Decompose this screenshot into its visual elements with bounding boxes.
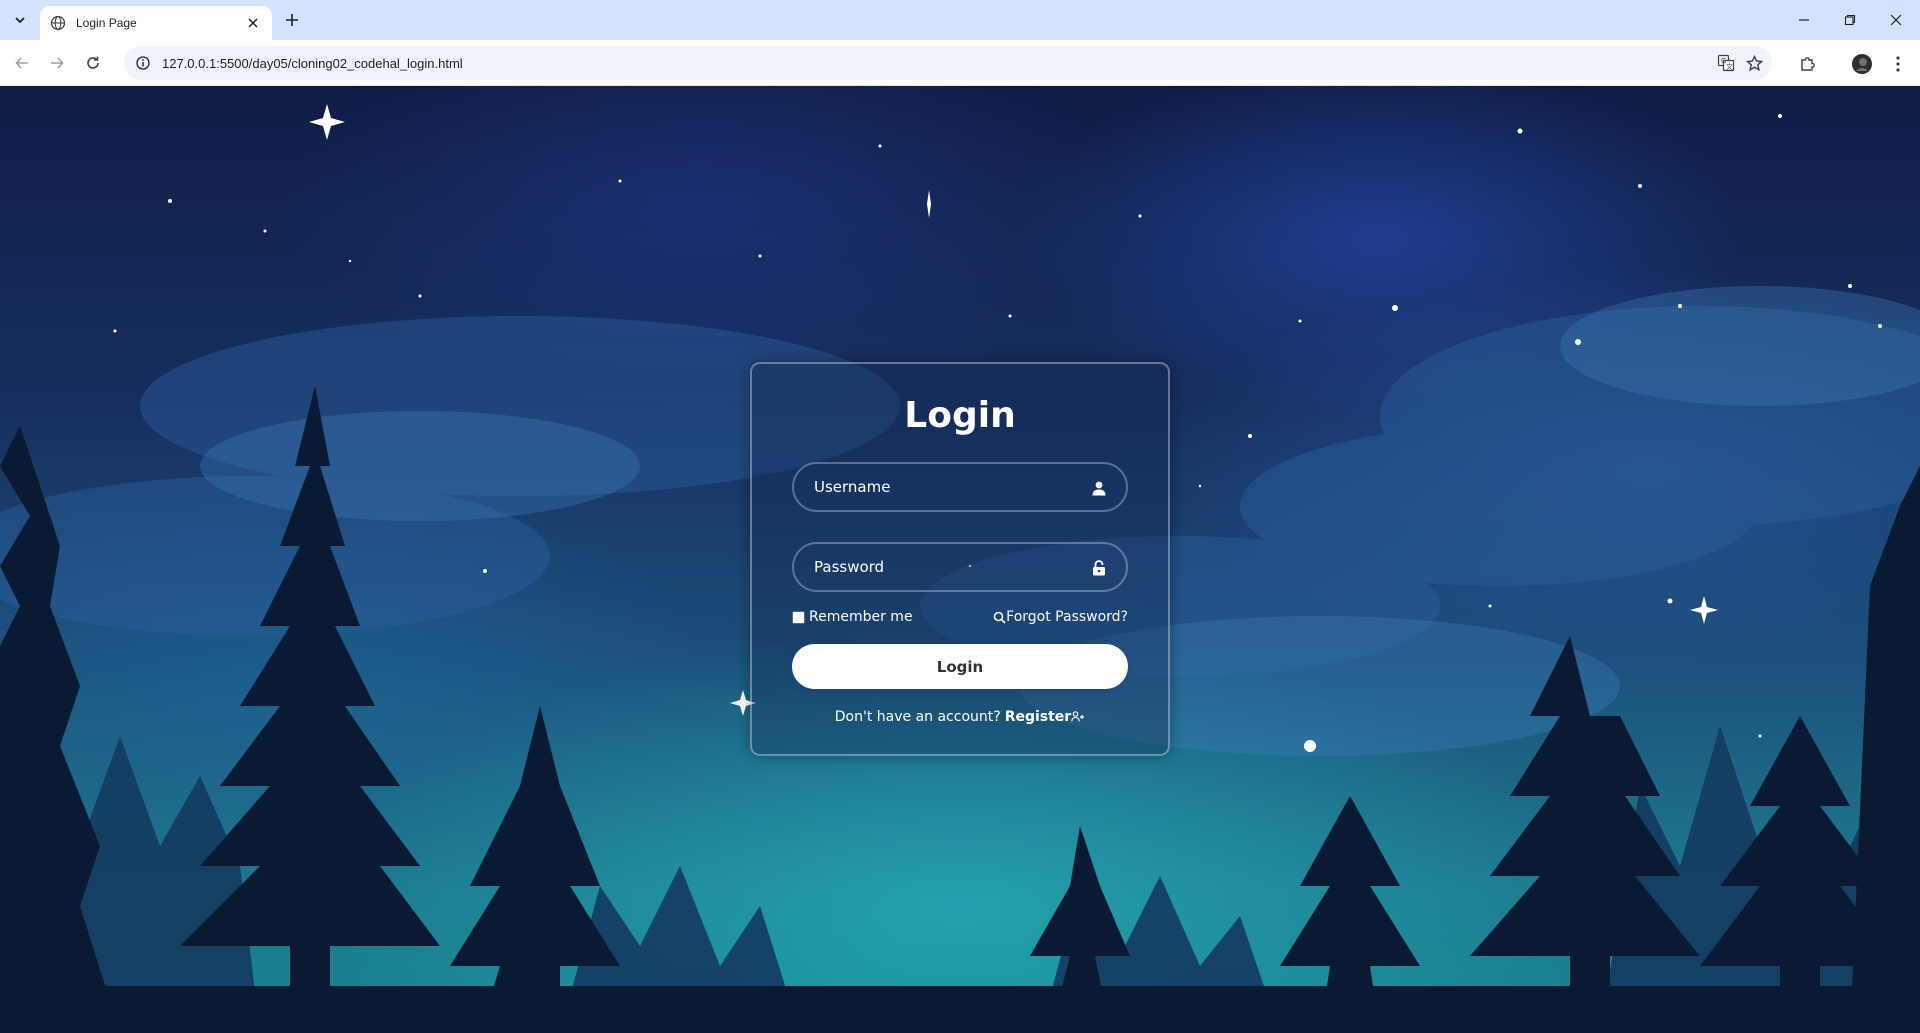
user-plus-icon: [1071, 711, 1085, 722]
password-input[interactable]: [794, 544, 1126, 590]
remember-checkbox[interactable]: [792, 610, 805, 624]
browser-tab-active[interactable]: Login Page: [40, 6, 272, 40]
username-input[interactable]: [794, 464, 1126, 510]
no-account-text: Don't have an account?: [834, 709, 1001, 725]
site-info-button[interactable]: [134, 54, 152, 72]
tab-close-button[interactable]: [244, 14, 262, 32]
reload-button[interactable]: [80, 50, 106, 76]
forward-button[interactable]: [44, 50, 70, 76]
remember-me[interactable]: Remember me: [792, 609, 913, 625]
browser-tabstrip: Login Page: [0, 0, 1920, 40]
star-icon: [1745, 54, 1763, 71]
extensions-button[interactable]: [1794, 50, 1822, 78]
remember-label: Remember me: [809, 609, 913, 625]
close-icon: [248, 18, 258, 28]
translate-icon: G文: [1717, 54, 1735, 72]
plus-icon: [286, 14, 298, 26]
svg-text:文: 文: [1726, 62, 1733, 71]
user-icon: [1090, 479, 1108, 497]
close-icon: [1890, 14, 1902, 26]
forgot-password-link[interactable]: Forgot Password?: [993, 609, 1128, 625]
address-bar[interactable]: 127.0.0.1:5500/day05/cloning02_codehal_l…: [124, 46, 1772, 80]
username-field: [792, 462, 1128, 512]
chevron-down-icon: [15, 17, 25, 24]
page-viewport: Login Remember me Forgot Password? Login: [0, 86, 1920, 1033]
back-button[interactable]: [9, 50, 35, 76]
arrow-left-icon: [15, 57, 28, 69]
login-button[interactable]: Login: [792, 644, 1128, 689]
url-text[interactable]: 127.0.0.1:5500/day05/cloning02_codehal_l…: [162, 56, 463, 71]
search-icon: [993, 611, 1006, 624]
minimize-icon: [1799, 19, 1809, 21]
translate-button[interactable]: G文: [1712, 49, 1740, 77]
tab-title: Login Page: [76, 16, 137, 30]
forgot-password-label: Forgot Password?: [1006, 609, 1128, 625]
kebab-menu-icon: [1896, 56, 1900, 72]
arrow-right-icon: [51, 57, 64, 69]
options-row: Remember me Forgot Password?: [792, 606, 1128, 628]
password-field: [792, 542, 1128, 592]
globe-icon: [50, 15, 66, 31]
info-icon: [136, 56, 150, 70]
puzzle-icon: [1801, 57, 1815, 71]
profile-button[interactable]: [1848, 50, 1876, 78]
avatar-icon: [1852, 54, 1872, 74]
register-link[interactable]: Register: [1005, 709, 1086, 725]
register-row: Don't have an account? Register: [792, 709, 1128, 725]
reload-icon: [87, 56, 99, 69]
tab-search-button[interactable]: [8, 8, 32, 32]
register-label: Register: [1004, 709, 1072, 725]
browser-toolbar: 127.0.0.1:5500/day05/cloning02_codehal_l…: [0, 40, 1920, 86]
new-tab-button[interactable]: [280, 8, 304, 32]
login-card: Login Remember me Forgot Password? Login: [750, 362, 1170, 756]
bookmark-button[interactable]: [1740, 49, 1768, 77]
restore-icon: [1844, 14, 1856, 26]
minimize-button[interactable]: [1790, 6, 1818, 34]
lock-icon: [1090, 559, 1108, 577]
login-title: Login: [904, 395, 1016, 436]
browser-menu-button[interactable]: [1884, 50, 1912, 78]
close-window-button[interactable]: [1882, 6, 1910, 34]
restore-button[interactable]: [1836, 6, 1864, 34]
